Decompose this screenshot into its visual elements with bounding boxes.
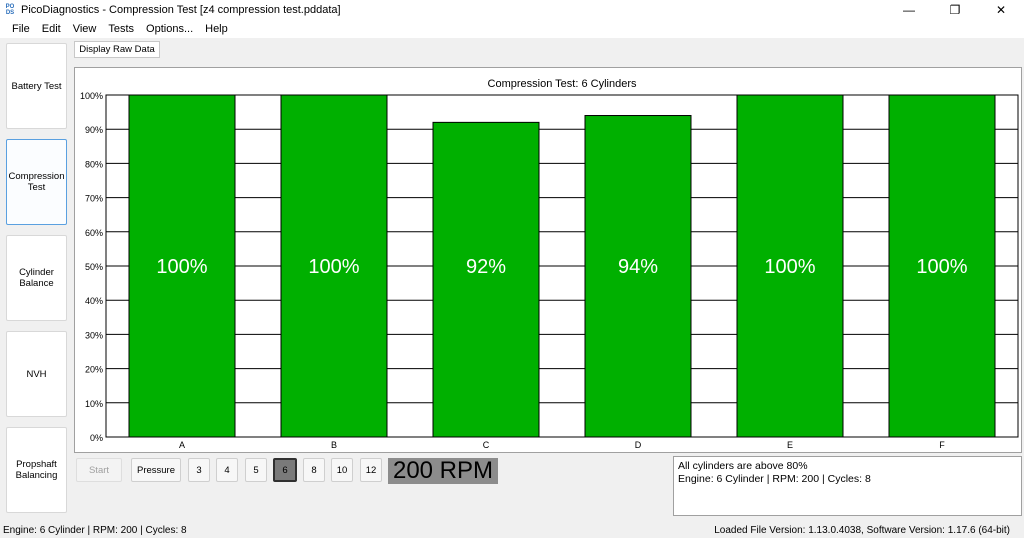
y-tick-label: 40% bbox=[85, 296, 103, 306]
start-button[interactable]: Start bbox=[76, 458, 122, 482]
y-tick-label: 90% bbox=[85, 125, 103, 135]
x-tick-label: A bbox=[179, 440, 185, 450]
cylinder-option-3[interactable]: 3 bbox=[188, 458, 210, 482]
close-button[interactable]: ✕ bbox=[978, 0, 1024, 20]
status-bar: Engine: 6 Cylinder | RPM: 200 | Cycles: … bbox=[0, 522, 1024, 538]
chart-panel: Compression Test: 6 Cylinders 0% 10% 20% 30%… bbox=[74, 67, 1022, 453]
summary-line-result: All cylinders are above 80% bbox=[678, 460, 808, 472]
menu-help[interactable]: Help bbox=[199, 23, 234, 35]
cylinder-option-6[interactable]: 6 bbox=[273, 458, 297, 482]
summary-box: All cylinders are above 80% Engine: 6 Cy… bbox=[673, 456, 1022, 516]
x-tick-label: C bbox=[483, 440, 490, 450]
y-tick-label: 30% bbox=[85, 330, 103, 340]
menu-tests[interactable]: Tests bbox=[102, 23, 140, 35]
cylinder-option-4[interactable]: 4 bbox=[216, 458, 238, 482]
bar-value-label: 100% bbox=[916, 256, 967, 278]
y-tick-label: 60% bbox=[85, 228, 103, 238]
menu-edit[interactable]: Edit bbox=[36, 23, 67, 35]
compression-chart: Compression Test: 6 Cylinders 0% 10% 20% 30%… bbox=[80, 78, 1019, 450]
x-tick-label: F bbox=[939, 440, 945, 450]
rpm-display: 200 RPM bbox=[388, 457, 498, 484]
menu-options[interactable]: Options... bbox=[140, 23, 199, 35]
minimize-button[interactable]: — bbox=[886, 0, 932, 20]
sidebar-item-propshaft-balancing[interactable]: Propshaft Balancing bbox=[6, 427, 67, 513]
chart-title: Compression Test: 6 Cylinders bbox=[488, 78, 637, 90]
y-tick-label: 20% bbox=[85, 365, 103, 375]
bar-value-label: 92% bbox=[466, 256, 506, 278]
app-logo-icon: PO DS bbox=[5, 4, 15, 16]
bar-value-label: 100% bbox=[308, 256, 359, 278]
cylinder-option-5[interactable]: 5 bbox=[245, 458, 267, 482]
sidebar-item-battery-test[interactable]: Battery Test bbox=[6, 43, 67, 129]
y-tick-label: 100% bbox=[80, 91, 103, 101]
status-engine-info: Engine: 6 Cylinder | RPM: 200 | Cycles: … bbox=[3, 524, 187, 536]
display-raw-data-button[interactable]: Display Raw Data bbox=[74, 41, 160, 58]
pressure-button[interactable]: Pressure bbox=[131, 458, 181, 482]
sidebar-item-nvh[interactable]: NVH bbox=[6, 331, 67, 417]
x-tick-label: B bbox=[331, 440, 337, 450]
y-tick-label: 0% bbox=[90, 433, 103, 443]
bar-value-label: 94% bbox=[618, 256, 658, 278]
bar-value-label: 100% bbox=[764, 256, 815, 278]
cylinder-option-8[interactable]: 8 bbox=[303, 458, 325, 482]
y-tick-label: 10% bbox=[85, 399, 103, 409]
status-version-info: Loaded File Version: 1.13.0.4038, Softwa… bbox=[714, 524, 1010, 536]
title-bar: PO DS PicoDiagnostics - Compression Test… bbox=[0, 0, 1024, 20]
bar-value-label: 100% bbox=[156, 256, 207, 278]
y-tick-label: 80% bbox=[85, 159, 103, 169]
y-tick-label: 70% bbox=[85, 194, 103, 204]
cylinder-option-10[interactable]: 10 bbox=[331, 458, 353, 482]
summary-line-engine: Engine: 6 Cylinder | RPM: 200 | Cycles: … bbox=[678, 473, 871, 485]
window-title: PicoDiagnostics - Compression Test [z4 c… bbox=[21, 4, 341, 16]
restore-button[interactable]: ❐ bbox=[932, 0, 978, 20]
x-tick-label: D bbox=[635, 440, 642, 450]
x-tick-label: E bbox=[787, 440, 793, 450]
y-tick-label: 50% bbox=[85, 262, 103, 272]
test-sidebar: Battery Test Compression Test Cylinder B… bbox=[0, 38, 72, 518]
menu-bar: File Edit View Tests Options... Help bbox=[0, 20, 1024, 38]
cylinder-option-12[interactable]: 12 bbox=[360, 458, 382, 482]
sidebar-item-cylinder-balance[interactable]: Cylinder Balance bbox=[6, 235, 67, 321]
menu-view[interactable]: View bbox=[67, 23, 103, 35]
menu-file[interactable]: File bbox=[0, 23, 36, 35]
bar-C bbox=[432, 121, 540, 438]
sidebar-item-compression-test[interactable]: Compression Test bbox=[6, 139, 67, 225]
